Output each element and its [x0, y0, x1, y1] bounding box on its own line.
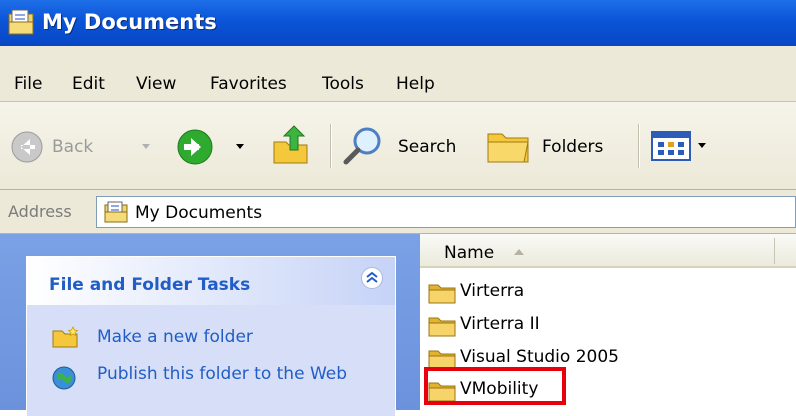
menu-bar: File Edit View Favorites Tools Help [0, 46, 796, 102]
make-new-folder-link[interactable]: Make a new folder [97, 326, 253, 348]
title-bar: My Documents [0, 0, 796, 46]
forward-arrow-icon[interactable] [176, 128, 214, 166]
menu-help[interactable]: Help [396, 74, 435, 94]
toolbar-separator [330, 124, 332, 168]
address-input[interactable]: My Documents [96, 196, 796, 228]
folders-button[interactable]: Folders [486, 126, 626, 166]
search-button[interactable]: Search [342, 126, 472, 166]
column-name-label: Name [444, 243, 495, 263]
search-label: Search [398, 137, 457, 157]
publish-web-icon [52, 366, 76, 390]
menu-tools[interactable]: Tools [322, 74, 364, 94]
forward-dropdown-icon[interactable] [234, 142, 246, 152]
my-documents-icon [8, 9, 34, 35]
address-label: Address [8, 202, 72, 221]
task-panel-title: File and Folder Tasks [49, 275, 251, 295]
collapse-button[interactable] [361, 267, 383, 289]
chevron-up-icon [366, 271, 378, 283]
my-documents-icon [104, 201, 128, 223]
file-name: Virterra [460, 281, 525, 301]
folder-icon [428, 317, 456, 337]
file-item-virterra-ii[interactable]: Virterra II [428, 311, 788, 339]
task-pane: File and Folder Tasks Make a new folder … [0, 234, 420, 416]
menu-edit[interactable]: Edit [72, 74, 105, 94]
column-header-name[interactable]: Name [420, 234, 796, 268]
menu-view[interactable]: View [136, 74, 176, 94]
views-icon [651, 131, 706, 161]
folders-label: Folders [542, 137, 604, 157]
back-arrow-icon [11, 131, 43, 163]
task-panel-header[interactable]: File and Folder Tasks [27, 257, 395, 305]
file-item-virterra[interactable]: Virterra [428, 278, 788, 306]
back-button[interactable]: Back [10, 130, 120, 164]
column-divider[interactable] [774, 238, 775, 264]
toolbar-separator [638, 124, 640, 168]
highlight-box [424, 367, 566, 405]
address-value: My Documents [135, 203, 263, 223]
folder-icon [428, 284, 456, 304]
file-name: Virterra II [460, 314, 540, 334]
back-label: Back [52, 137, 94, 157]
file-folder-tasks-panel: File and Folder Tasks Make a new folder … [26, 256, 396, 416]
up-folder-icon[interactable] [270, 124, 314, 168]
window-title: My Documents [42, 10, 217, 34]
file-name: Visual Studio 2005 [460, 347, 619, 367]
back-dropdown-icon[interactable] [140, 142, 152, 152]
menu-file[interactable]: File [14, 74, 42, 94]
views-button[interactable] [650, 128, 714, 164]
new-folder-icon [52, 326, 79, 348]
folders-icon [487, 133, 529, 163]
toolbar: Back Search Folders [0, 102, 796, 190]
address-bar: Address My Documents [0, 190, 796, 234]
publish-folder-link[interactable]: Publish this folder to the Web [97, 363, 357, 385]
menu-favorites[interactable]: Favorites [210, 74, 287, 94]
sort-ascending-icon [514, 249, 524, 255]
search-icon [343, 127, 381, 165]
